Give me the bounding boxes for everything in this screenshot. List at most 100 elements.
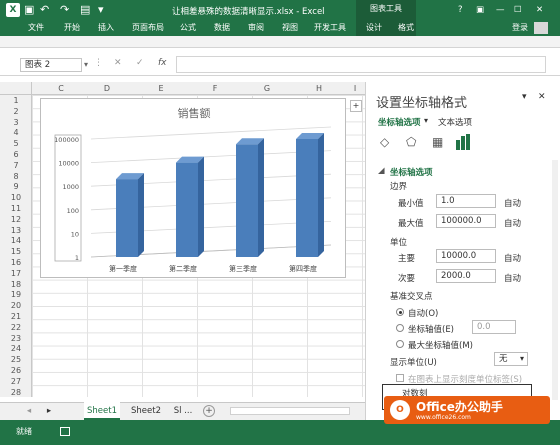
row-header[interactable]: 26 [0,366,32,375]
tab-axis-options[interactable]: 坐标轴选项 [378,116,421,128]
row-header[interactable]: 2 [0,107,32,116]
minor-auto-button[interactable]: 自动 [504,272,521,284]
row-header[interactable]: 27 [0,377,32,386]
min-auto-button[interactable]: 自动 [504,197,521,209]
formula-bar-menu-icon: ⋮ [94,58,103,68]
radio-auto[interactable] [396,308,404,316]
sign-in-link[interactable]: 登录 [512,20,528,36]
macro-record-icon[interactable] [60,427,70,436]
row-header[interactable]: 19 [0,290,32,299]
row-header[interactable]: 11 [0,204,32,213]
axis-options-icon[interactable] [456,134,472,150]
tab-file[interactable]: 文件 [28,20,44,36]
row-header[interactable]: 12 [0,215,32,224]
help-button[interactable]: ? [458,5,463,15]
insert-function-button[interactable]: fx [158,58,167,68]
major-input[interactable]: 10000.0 [436,249,496,263]
pane-close-icon[interactable]: ✕ [538,92,546,102]
tab-formulas[interactable]: 公式 [180,20,196,36]
axis-value-input[interactable]: 0.0 [472,320,516,334]
axis-options-dropdown-icon[interactable]: ▾ [424,116,428,125]
new-sheet-button[interactable]: + [203,405,215,417]
column-header[interactable]: F [190,82,240,95]
major-auto-button[interactable]: 自动 [504,252,521,264]
max-auto-button[interactable]: 自动 [504,217,521,229]
pane-scrollbar[interactable] [552,160,558,400]
quick-access-dropdown-icon[interactable]: ▾ [98,3,104,17]
sheet-tab-more[interactable]: Sl ... [170,402,196,420]
fill-line-icon[interactable]: ◇ [380,135,389,149]
tab-text-options[interactable]: 文本选项 [438,116,472,128]
bar [116,179,138,257]
radio-axis-value[interactable] [396,324,404,332]
row-header[interactable]: 4 [0,128,32,137]
row-header[interactable]: 20 [0,301,32,310]
horizontal-scrollbar[interactable] [230,407,350,415]
row-header[interactable]: 6 [0,150,32,159]
tab-developer[interactable]: 开发工具 [314,20,346,36]
minimize-button[interactable]: — [496,5,505,15]
row-header[interactable]: 7 [0,161,32,170]
row-header[interactable]: 15 [0,247,32,256]
row-header[interactable]: 10 [0,193,32,202]
row-header[interactable]: 3 [0,118,32,127]
column-header[interactable]: E [136,82,186,95]
row-header[interactable]: 24 [0,344,32,353]
row-header[interactable]: 21 [0,312,32,321]
undo-icon[interactable]: ↶ [40,3,49,17]
sheet-tab-sheet1[interactable]: Sheet1 [84,402,120,420]
save-icon[interactable]: ▣ [24,3,34,17]
pane-dropdown-icon[interactable]: ▾ [522,92,527,102]
row-header[interactable]: 13 [0,226,32,235]
tab-home[interactable]: 开始 [64,20,80,36]
cancel-formula-button[interactable]: ✕ [114,58,122,68]
column-header[interactable]: G [242,82,292,95]
tab-page-layout[interactable]: 页面布局 [132,20,164,36]
row-header[interactable]: 18 [0,280,32,289]
minor-input[interactable]: 2000.0 [436,269,496,283]
column-header[interactable]: C [36,82,86,95]
min-input[interactable]: 1.0 [436,194,496,208]
row-header[interactable]: 5 [0,139,32,148]
display-units-dropdown-icon[interactable]: ▾ [520,354,524,363]
max-input[interactable]: 100000.0 [436,214,496,228]
chart-elements-button[interactable]: + [350,100,362,112]
close-button[interactable]: ✕ [536,5,543,15]
redo-icon[interactable]: ↷ [60,3,69,17]
radio-max-axis[interactable] [396,340,404,348]
tab-view[interactable]: 视图 [282,20,298,36]
ribbon-display-button[interactable]: ▣ [476,5,484,15]
row-header[interactable]: 28 [0,388,32,397]
tab-format[interactable]: 格式 [398,20,414,36]
name-box[interactable]: 图表 2 [20,58,82,72]
select-all-corner[interactable] [0,82,32,95]
sheet-nav-next-button[interactable]: ▸ [42,402,56,420]
row-header[interactable]: 16 [0,258,32,267]
row-header[interactable]: 17 [0,269,32,278]
section-collapse-icon[interactable]: ◢ [378,166,385,176]
size-properties-icon[interactable]: ▦ [432,135,443,149]
tab-review[interactable]: 审阅 [248,20,264,36]
row-header[interactable]: 8 [0,172,32,181]
chart-area[interactable]: 销售额 100000 10000 1000 100 10 1 第一季度 第二季度 第三季度 第四季度 [40,98,346,278]
tab-insert[interactable]: 插入 [98,20,114,36]
name-box-dropdown-icon[interactable]: ▾ [84,60,88,69]
tab-data[interactable]: 数据 [214,20,230,36]
row-header[interactable]: 1 [0,96,32,105]
sheet-nav-prev-button[interactable]: ◂ [22,402,36,420]
row-header[interactable]: 22 [0,323,32,332]
column-header[interactable]: D [82,82,132,95]
sheet-tab-sheet2[interactable]: Sheet2 [126,402,166,420]
tab-design[interactable]: 设计 [366,20,382,36]
enter-formula-button[interactable]: ✓ [136,58,144,68]
row-header[interactable]: 25 [0,355,32,364]
row-header[interactable]: 14 [0,236,32,245]
pane-title: 设置坐标轴格式 [376,96,468,111]
open-folder-icon[interactable]: ▤ [80,3,90,17]
row-header[interactable]: 9 [0,182,32,191]
effects-icon[interactable]: ⬠ [406,135,416,149]
formula-input[interactable] [176,56,546,73]
row-header[interactable]: 23 [0,334,32,343]
show-unit-label-checkbox[interactable] [396,374,404,382]
maximize-button[interactable]: ☐ [514,5,522,15]
